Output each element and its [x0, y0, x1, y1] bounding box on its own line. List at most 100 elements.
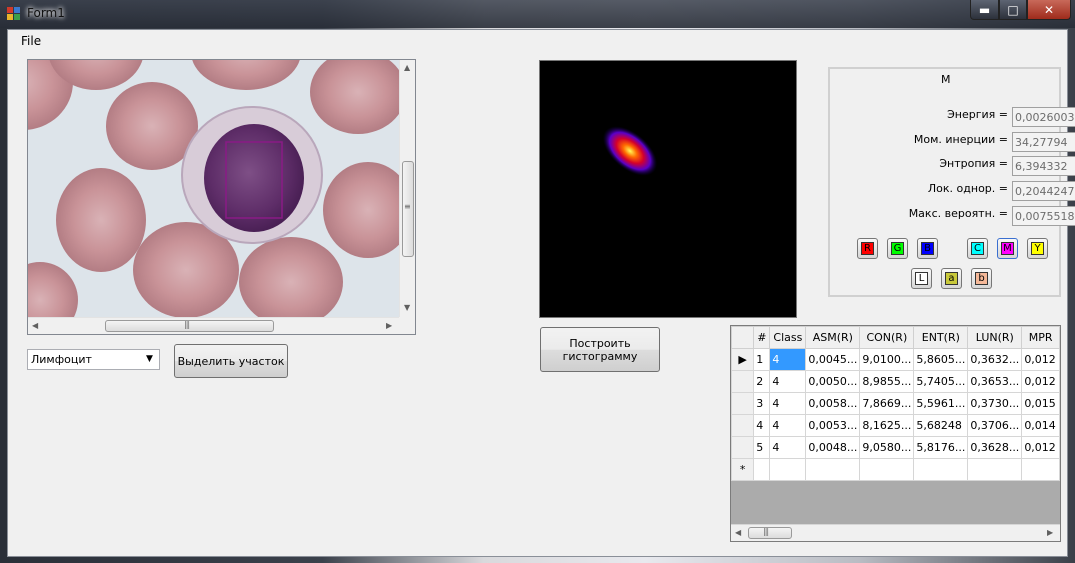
grid-cell[interactable]: 0,015	[1021, 392, 1060, 415]
channel-a-button[interactable]: a	[941, 268, 962, 289]
grid-cell[interactable]: 5,8605...	[913, 348, 969, 371]
channel-r-button[interactable]: R	[857, 238, 878, 259]
close-button[interactable]: ✕	[1027, 0, 1071, 20]
local-homogeneity-field[interactable]: 0,2044247	[1012, 181, 1075, 201]
grid-cell[interactable]: 0,0045...	[805, 348, 861, 371]
column-header[interactable]: ASM(R)	[805, 326, 861, 349]
new-row-asterisk-icon[interactable]: *	[731, 458, 755, 481]
grid-cell[interactable]: 9,0580...	[859, 436, 915, 459]
table-row[interactable]: 5 4 0,0048... 9,0580... 5,8176... 0,3628…	[731, 436, 1060, 459]
max-probability-field[interactable]: 0,007551859	[1012, 206, 1075, 226]
grid-cell[interactable]	[913, 458, 969, 481]
grid-cell[interactable]: 0,0050...	[805, 370, 861, 393]
scroll-left-arrow-icon[interactable]: ◀	[735, 528, 741, 537]
scroll-up-arrow-icon[interactable]: ▲	[404, 63, 410, 72]
grid-cell[interactable]	[769, 458, 807, 481]
features-grid[interactable]: # Class ASM(R) CON(R) ENT(R) LUN(R) MPR …	[730, 325, 1061, 542]
column-header[interactable]: CON(R)	[859, 326, 915, 349]
channel-c-button[interactable]: C	[967, 238, 988, 259]
grid-cell[interactable]: 8,9855...	[859, 370, 915, 393]
grid-cell[interactable]: 3	[753, 392, 771, 415]
grid-cell[interactable]: 5,7405...	[913, 370, 969, 393]
grid-scroll-thumb[interactable]: |||	[748, 527, 792, 539]
grid-cell[interactable]: 0,012	[1021, 348, 1060, 371]
grid-cell[interactable]: 5,8176...	[913, 436, 969, 459]
scroll-down-arrow-icon[interactable]: ▼	[404, 303, 410, 312]
build-histogram-button[interactable]: Построить гистограмму	[540, 327, 660, 372]
table-row[interactable]: ▶ 1 4 0,0045... 9,0100... 5,8605... 0,36…	[731, 348, 1060, 371]
grid-cell[interactable]: 0,0058...	[805, 392, 861, 415]
select-region-button[interactable]: Выделить участок	[174, 344, 288, 378]
column-header[interactable]: ENT(R)	[913, 326, 969, 349]
image-viewer[interactable]: ▲ ≡ ▼ ◀ ||| ▶	[27, 59, 416, 335]
scroll-right-arrow-icon[interactable]: ▶	[1047, 528, 1053, 537]
grid-cell[interactable]: 0,012	[1021, 370, 1060, 393]
current-row-indicator-icon[interactable]: ▶	[731, 348, 755, 371]
grid-cell[interactable]	[967, 458, 1023, 481]
grid-cell[interactable]: 1	[753, 348, 771, 371]
maximize-button[interactable]: □	[999, 0, 1027, 20]
grid-cell[interactable]: 0,3653...	[967, 370, 1023, 393]
entropy-field[interactable]: 6,394332	[1012, 156, 1075, 176]
table-row[interactable]: 2 4 0,0050... 8,9855... 5,7405... 0,3653…	[731, 370, 1060, 393]
column-header[interactable]: Class	[769, 326, 807, 349]
grid-cell[interactable]: 0,3632...	[967, 348, 1023, 371]
grid-cell[interactable]: 9,0100...	[859, 348, 915, 371]
energy-field[interactable]: 0,002600361	[1012, 107, 1075, 127]
channel-b-lab-button[interactable]: b	[971, 268, 992, 289]
title-bar[interactable]: Form1 ▬ □ ✕	[0, 0, 1075, 28]
grid-cell[interactable]: 0,012	[1021, 436, 1060, 459]
scroll-right-arrow-icon[interactable]: ▶	[386, 321, 392, 330]
menu-item-file[interactable]: File	[17, 34, 45, 48]
inertia-field[interactable]: 34,27794	[1012, 132, 1075, 152]
grid-cell[interactable]: 4	[753, 414, 771, 437]
row-header[interactable]	[731, 436, 755, 459]
grid-cell[interactable]: 4	[769, 436, 807, 459]
grid-header-row: # Class ASM(R) CON(R) ENT(R) LUN(R) MPR	[731, 326, 1060, 349]
horizontal-scrollbar[interactable]: ◀ ||| ▶	[28, 317, 399, 334]
grid-cell[interactable]	[859, 458, 915, 481]
channel-l-button[interactable]: L	[911, 268, 932, 289]
grid-cell[interactable]: 0,0053...	[805, 414, 861, 437]
grid-cell[interactable]	[1021, 458, 1060, 481]
grid-cell[interactable]: 8,1625...	[859, 414, 915, 437]
grid-cell[interactable]: 7,8669...	[859, 392, 915, 415]
column-header[interactable]: MPR	[1021, 326, 1060, 349]
scroll-left-arrow-icon[interactable]: ◀	[32, 321, 38, 330]
vertical-scrollbar[interactable]: ▲ ≡ ▼	[399, 60, 415, 317]
grid-cell[interactable]: 4	[769, 414, 807, 437]
horizontal-scroll-thumb[interactable]: |||	[105, 320, 274, 332]
grid-cell[interactable]: 4	[769, 370, 807, 393]
chevron-down-icon[interactable]: ▼	[146, 354, 153, 364]
table-row[interactable]: 4 4 0,0053... 8,1625... 5,68248 0,3706..…	[731, 414, 1060, 437]
grid-cell[interactable]: 0,014	[1021, 414, 1060, 437]
grid-cell[interactable]: 5	[753, 436, 771, 459]
vertical-scroll-thumb[interactable]: ≡	[402, 161, 414, 257]
grid-cell[interactable]	[753, 458, 771, 481]
channel-y-button[interactable]: Y	[1027, 238, 1048, 259]
grid-cell-selected[interactable]: 4	[769, 348, 807, 371]
channel-m-button[interactable]: M	[997, 238, 1018, 259]
grid-cell[interactable]: 0,3706...	[967, 414, 1023, 437]
cell-type-dropdown[interactable]: Лимфоцит ▼	[27, 349, 160, 370]
new-row[interactable]: *	[731, 458, 1060, 481]
grid-horizontal-scrollbar[interactable]: ◀ ||| ▶	[731, 524, 1060, 541]
channel-g-button[interactable]: G	[887, 238, 908, 259]
channel-b-lab-swatch: b	[975, 272, 988, 285]
grid-cell[interactable]: 0,3730...	[967, 392, 1023, 415]
grid-cell[interactable]: 4	[769, 392, 807, 415]
grid-cell[interactable]: 0,3628...	[967, 436, 1023, 459]
column-header[interactable]: LUN(R)	[967, 326, 1023, 349]
grid-cell[interactable]: 2	[753, 370, 771, 393]
grid-cell[interactable]: 0,0048...	[805, 436, 861, 459]
minimize-button[interactable]: ▬	[970, 0, 999, 20]
row-header[interactable]	[731, 414, 755, 437]
channel-b-button[interactable]: B	[917, 238, 938, 259]
row-header[interactable]	[731, 370, 755, 393]
row-header[interactable]	[731, 392, 755, 415]
grid-cell[interactable]	[805, 458, 861, 481]
grid-cell[interactable]: 5,5961...	[913, 392, 969, 415]
column-header[interactable]: #	[753, 326, 771, 349]
grid-cell[interactable]: 5,68248	[913, 414, 969, 437]
table-row[interactable]: 3 4 0,0058... 7,8669... 5,5961... 0,3730…	[731, 392, 1060, 415]
